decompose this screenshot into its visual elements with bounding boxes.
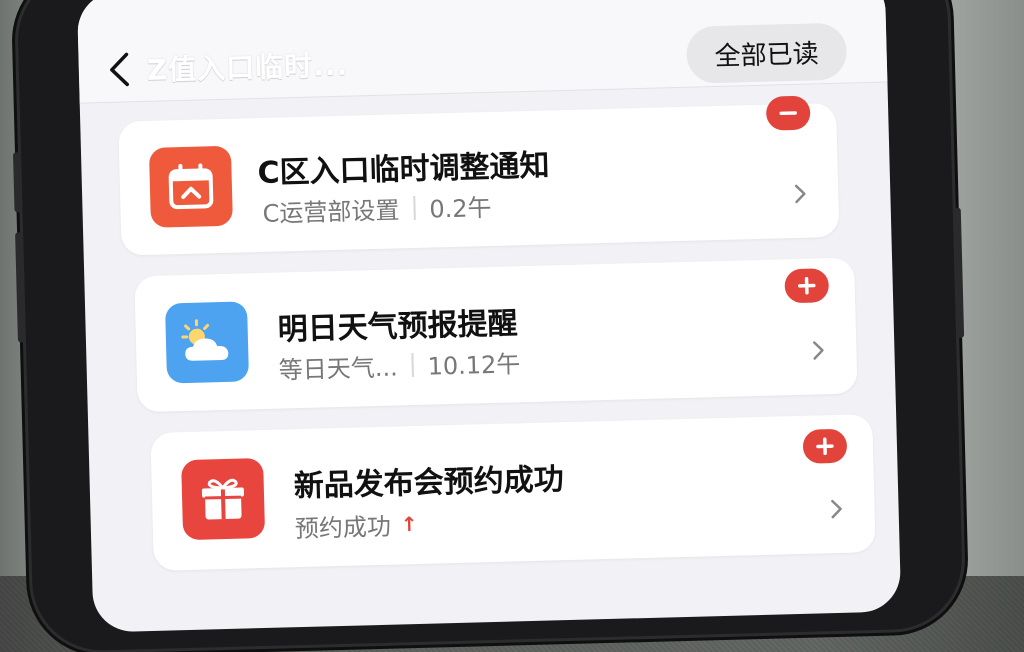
chevron-right-icon bbox=[808, 340, 829, 361]
minus-icon bbox=[777, 102, 800, 125]
notification-meta: C运营部设置 0.2午 bbox=[262, 188, 492, 229]
nav-header: Z值入口临时... 全部已读 bbox=[77, 0, 888, 104]
add-badge-button[interactable] bbox=[784, 268, 829, 303]
notification-meta: 预约成功 ↑ bbox=[294, 506, 418, 544]
notification-card[interactable]: 明日天气预报提醒 等日天气... 10.12午 bbox=[134, 257, 857, 412]
chevron-left-icon bbox=[106, 51, 131, 88]
page-title: Z值入口临时... bbox=[146, 44, 348, 89]
arrow-up-icon: ↑ bbox=[401, 511, 418, 535]
notification-time: 0.2午 bbox=[429, 188, 492, 225]
notification-source: 预约成功 bbox=[294, 507, 391, 545]
plus-icon bbox=[795, 274, 818, 297]
volume-button bbox=[15, 232, 26, 342]
screen: Z值入口临时... 全部已读 C区入口临时调整通知 C运营部设置 0.2午 bbox=[77, 0, 901, 632]
chevron-right-icon bbox=[826, 499, 847, 520]
notification-source: C运营部设置 bbox=[262, 190, 400, 229]
notification-card[interactable]: 新品发布会预约成功 预约成功 ↑ bbox=[150, 414, 875, 571]
divider bbox=[411, 353, 414, 377]
notification-title: C区入口临时调整通知 bbox=[257, 140, 550, 192]
calendar-icon bbox=[149, 146, 233, 228]
notification-meta: 等日天气... 10.12午 bbox=[278, 344, 520, 385]
remove-badge-button[interactable] bbox=[766, 96, 811, 131]
divider bbox=[413, 195, 416, 219]
notification-card[interactable]: C区入口临时调整通知 C运营部设置 0.2午 bbox=[118, 103, 839, 256]
volume-button bbox=[13, 152, 23, 212]
notification-time: 10.12午 bbox=[427, 344, 521, 381]
mark-all-read-button[interactable]: 全部已读 bbox=[686, 23, 847, 84]
notification-source: 等日天气... bbox=[278, 347, 398, 385]
chevron-right-icon bbox=[790, 184, 811, 205]
gift-icon bbox=[181, 458, 265, 540]
back-button[interactable] bbox=[100, 51, 137, 88]
phone-frame: Z值入口临时... 全部已读 C区入口临时调整通知 C运营部设置 0.2午 bbox=[16, 0, 963, 652]
notification-title: 新品发布会预约成功 bbox=[293, 454, 564, 505]
notification-title: 明日天气预报提醒 bbox=[277, 298, 518, 348]
weather-icon bbox=[165, 301, 249, 383]
plus-icon bbox=[814, 435, 837, 458]
add-badge-button[interactable] bbox=[803, 429, 848, 464]
